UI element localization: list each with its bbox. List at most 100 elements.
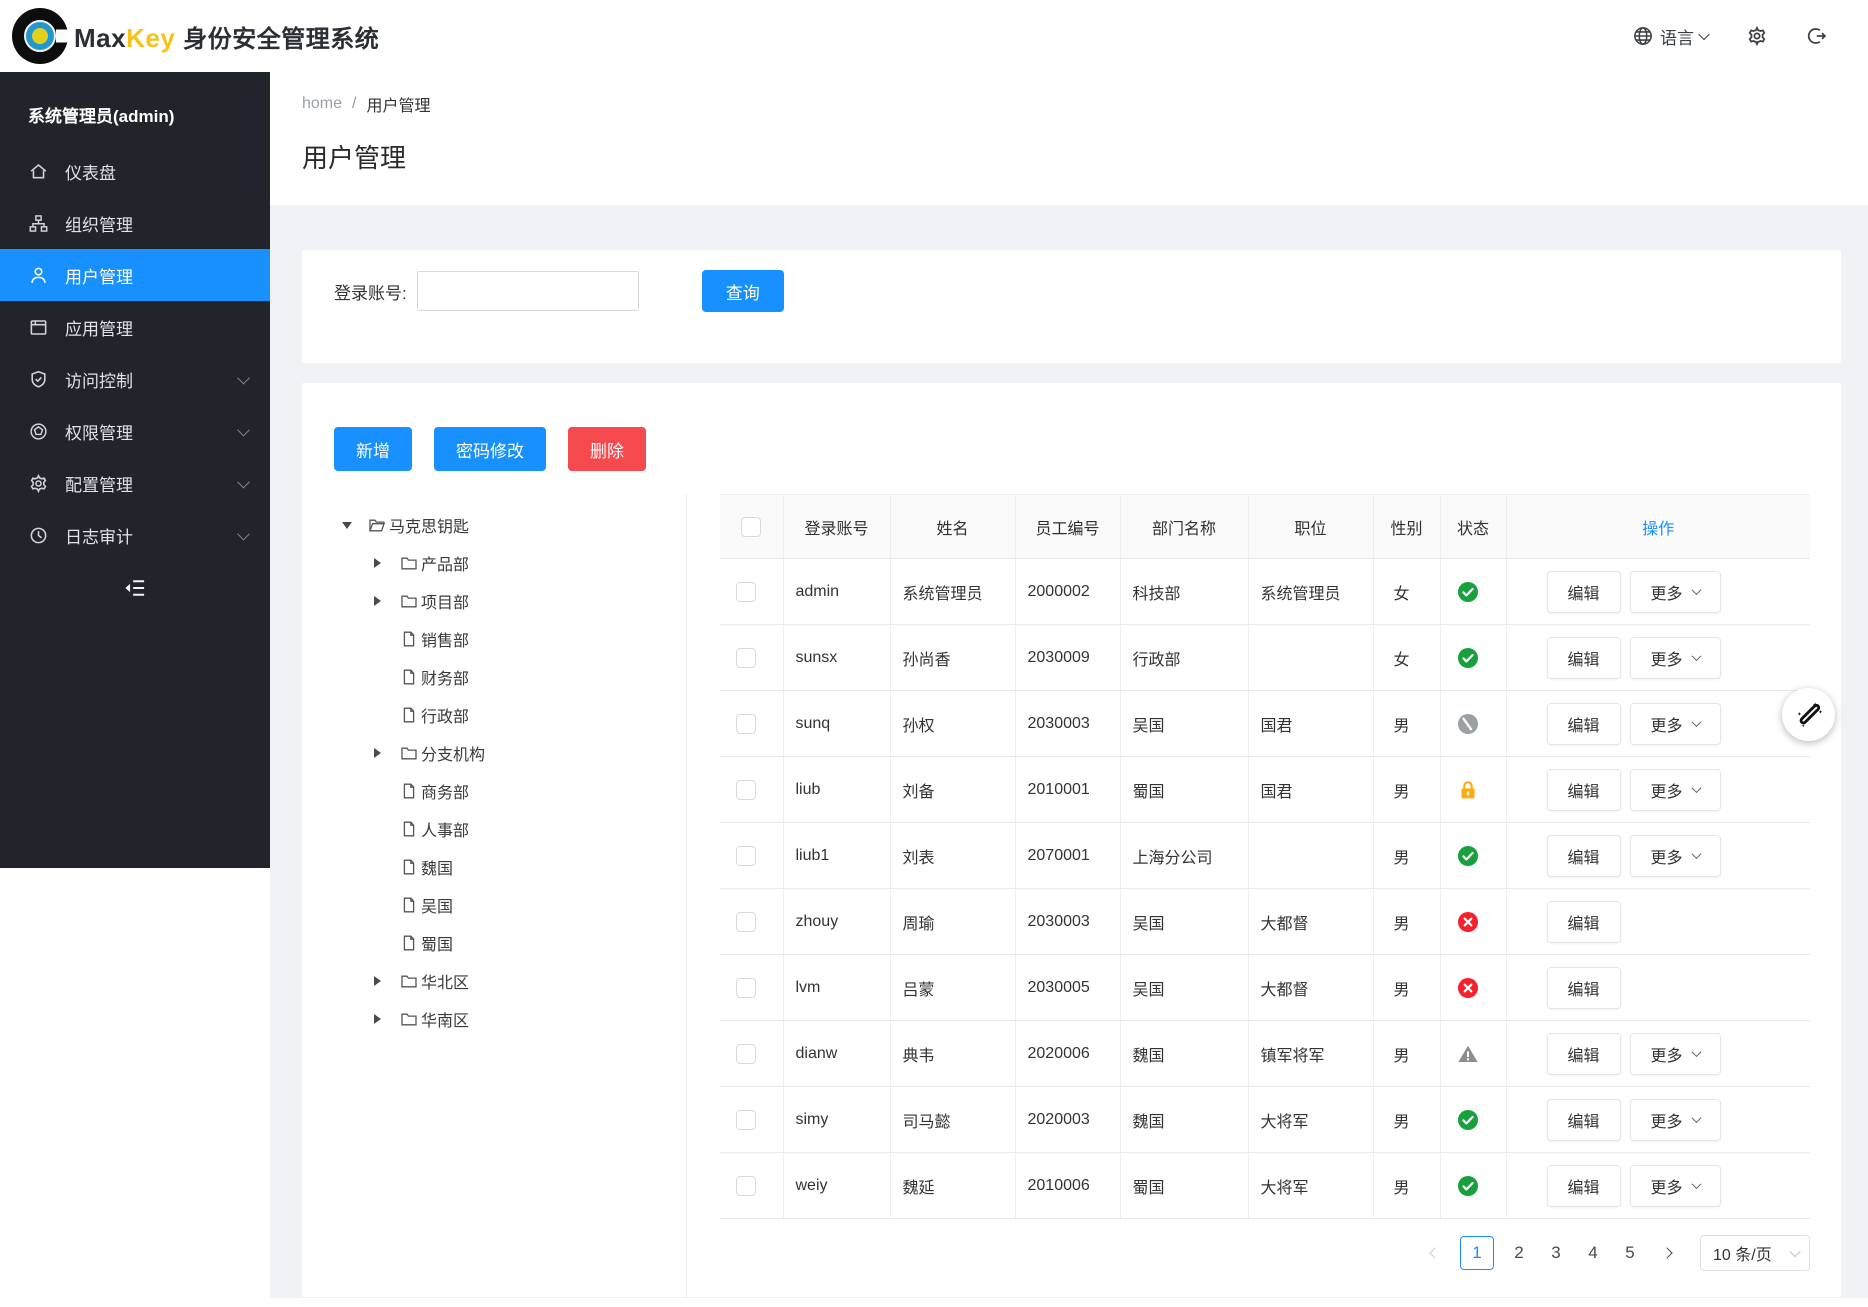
more-button[interactable]: 更多 bbox=[1630, 1099, 1721, 1141]
caret-right-icon[interactable] bbox=[374, 976, 381, 986]
tree-node[interactable]: 行政部 bbox=[302, 696, 686, 734]
sidebar-item-dashboard[interactable]: 仪表盘 bbox=[0, 145, 270, 197]
edit-button[interactable]: 编辑 bbox=[1547, 1033, 1621, 1075]
tree-node[interactable]: 销售部 bbox=[302, 620, 686, 658]
row-checkbox[interactable] bbox=[736, 978, 756, 998]
tree-node[interactable]: 人事部 bbox=[302, 810, 686, 848]
file-icon bbox=[400, 934, 421, 952]
file-icon bbox=[400, 706, 421, 724]
more-button[interactable]: 更多 bbox=[1630, 703, 1721, 745]
next-page-button[interactable] bbox=[1655, 1236, 1679, 1270]
tree-node[interactable]: 产品部 bbox=[302, 544, 686, 582]
select-all-checkbox[interactable] bbox=[741, 517, 761, 537]
page-button-2[interactable]: 2 bbox=[1507, 1236, 1531, 1270]
maxkey-logo-icon bbox=[12, 8, 68, 64]
sidebar-item-access[interactable]: 访问控制 bbox=[0, 353, 270, 405]
collapse-sidebar-button[interactable] bbox=[122, 575, 148, 601]
caret-down-icon[interactable] bbox=[342, 522, 352, 529]
tree-node[interactable]: 华南区 bbox=[302, 1000, 686, 1038]
tree-node[interactable]: 华北区 bbox=[302, 962, 686, 1000]
column-header: 员工编号 bbox=[1015, 495, 1120, 559]
toolbar: 新增 密码修改 删除 bbox=[334, 427, 1841, 471]
edit-button[interactable]: 编辑 bbox=[1547, 835, 1621, 877]
chevron-down-icon bbox=[1698, 29, 1709, 40]
tree-node[interactable]: 吴国 bbox=[302, 886, 686, 924]
tree-node[interactable]: 魏国 bbox=[302, 848, 686, 886]
cell-gender: 男 bbox=[1373, 1087, 1440, 1153]
cell-employee-no: 2010006 bbox=[1015, 1153, 1120, 1219]
settings-button[interactable] bbox=[1746, 25, 1768, 47]
caret-right-icon[interactable] bbox=[374, 748, 381, 758]
tree-node[interactable]: 项目部 bbox=[302, 582, 686, 620]
tree-node[interactable]: 马克思钥匙 bbox=[302, 506, 686, 544]
column-header: 操作 bbox=[1506, 495, 1810, 559]
tree-node[interactable]: 蜀国 bbox=[302, 924, 686, 962]
cell-gender: 女 bbox=[1373, 625, 1440, 691]
row-checkbox[interactable] bbox=[736, 1176, 756, 1196]
page-size-select[interactable]: 10 条/页 bbox=[1700, 1235, 1810, 1271]
sidebar-item-perms[interactable]: 权限管理 bbox=[0, 405, 270, 457]
cell-department: 吴国 bbox=[1120, 955, 1248, 1021]
org-tree: 马克思钥匙产品部项目部销售部财务部行政部分支机构商务部人事部魏国吴国蜀国华北区华… bbox=[302, 494, 687, 1297]
cell-gender: 男 bbox=[1373, 1153, 1440, 1219]
users-table: 登录账号姓名员工编号部门名称职位性别状态操作 admin系统管理员2000002… bbox=[720, 494, 1810, 1219]
edit-button[interactable]: 编辑 bbox=[1547, 703, 1621, 745]
login-account-input[interactable] bbox=[417, 271, 639, 311]
row-checkbox[interactable] bbox=[736, 1110, 756, 1130]
more-button[interactable]: 更多 bbox=[1630, 1033, 1721, 1075]
page-button-1[interactable]: 1 bbox=[1460, 1236, 1494, 1270]
add-user-button[interactable]: 新增 bbox=[334, 427, 412, 471]
tree-node[interactable]: 分支机构 bbox=[302, 734, 686, 772]
sidebar-item-config[interactable]: 配置管理 bbox=[0, 457, 270, 509]
edit-button[interactable]: 编辑 bbox=[1547, 901, 1621, 943]
row-checkbox[interactable] bbox=[736, 846, 756, 866]
page-button-4[interactable]: 4 bbox=[1581, 1236, 1605, 1270]
cell-position: 大将军 bbox=[1248, 1087, 1373, 1153]
table-row: sunsx孙尚香2030009行政部女编辑更多 bbox=[720, 625, 1810, 691]
cell-gender: 男 bbox=[1373, 889, 1440, 955]
sidebar-item-apps[interactable]: 应用管理 bbox=[0, 301, 270, 353]
cell-position: 国君 bbox=[1248, 757, 1373, 823]
query-button[interactable]: 查询 bbox=[702, 270, 784, 312]
edit-button[interactable]: 编辑 bbox=[1547, 1099, 1621, 1141]
tree-node[interactable]: 财务部 bbox=[302, 658, 686, 696]
edit-button[interactable]: 编辑 bbox=[1547, 571, 1621, 613]
file-icon bbox=[400, 668, 421, 686]
delete-user-button[interactable]: 删除 bbox=[568, 427, 646, 471]
sidebar-item-label: 用户管理 bbox=[65, 263, 133, 288]
row-checkbox[interactable] bbox=[736, 714, 756, 734]
language-menu[interactable]: 语言 bbox=[1632, 24, 1708, 49]
change-password-button[interactable]: 密码修改 bbox=[434, 427, 546, 471]
row-checkbox[interactable] bbox=[736, 582, 756, 602]
caret-right-icon[interactable] bbox=[374, 1014, 381, 1024]
breadcrumb-home-link[interactable]: home bbox=[302, 95, 342, 113]
more-button[interactable]: 更多 bbox=[1630, 835, 1721, 877]
caret-right-icon[interactable] bbox=[374, 558, 381, 568]
page-button-5[interactable]: 5 bbox=[1618, 1236, 1642, 1270]
edit-button[interactable]: 编辑 bbox=[1547, 1165, 1621, 1207]
row-checkbox[interactable] bbox=[736, 912, 756, 932]
row-checkbox[interactable] bbox=[736, 1044, 756, 1064]
caret-right-icon[interactable] bbox=[374, 596, 381, 606]
edit-button[interactable]: 编辑 bbox=[1547, 769, 1621, 811]
row-checkbox[interactable] bbox=[736, 648, 756, 668]
page-button-3[interactable]: 3 bbox=[1544, 1236, 1568, 1270]
edit-button[interactable]: 编辑 bbox=[1547, 637, 1621, 679]
more-button[interactable]: 更多 bbox=[1630, 571, 1721, 613]
sidebar-item-org[interactable]: 组织管理 bbox=[0, 197, 270, 249]
clock-icon bbox=[28, 525, 65, 546]
more-button[interactable]: 更多 bbox=[1630, 769, 1721, 811]
row-checkbox[interactable] bbox=[736, 780, 756, 800]
sidebar-item-users[interactable]: 用户管理 bbox=[0, 249, 270, 301]
tree-node[interactable]: 商务部 bbox=[302, 772, 686, 810]
tree-node-label: 产品部 bbox=[421, 551, 469, 575]
login-account-label: 登录账号: bbox=[334, 279, 407, 304]
edit-button[interactable]: 编辑 bbox=[1547, 967, 1621, 1009]
more-button[interactable]: 更多 bbox=[1630, 637, 1721, 679]
logout-button[interactable] bbox=[1806, 25, 1828, 47]
sidebar-item-audit[interactable]: 日志审计 bbox=[0, 509, 270, 561]
more-button[interactable]: 更多 bbox=[1630, 1165, 1721, 1207]
chevron-down-icon bbox=[1691, 1047, 1701, 1057]
prev-page-button[interactable] bbox=[1423, 1236, 1447, 1270]
breadcrumb: home / 用户管理 bbox=[302, 92, 1868, 116]
